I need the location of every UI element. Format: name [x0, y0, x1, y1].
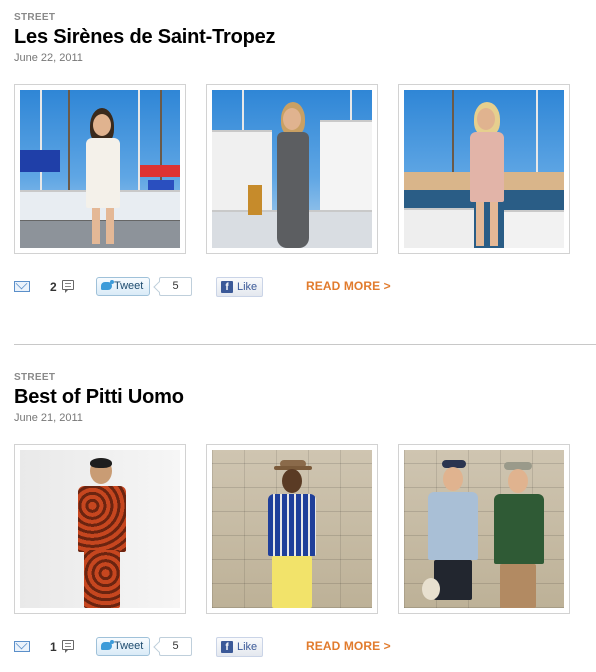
facebook-like-button[interactable]: f Like [216, 277, 263, 297]
photo-floral-suit [20, 450, 180, 608]
photo-harbor-pink-romper [404, 90, 564, 248]
post-best-of-pitti-uomo: STREET Best of Pitti Uomo June 21, 2011 [14, 372, 596, 657]
twitter-bird-icon [101, 280, 114, 290]
post-thumbnails [14, 444, 596, 614]
thumbnail-2[interactable] [206, 444, 378, 614]
thumbnail-3[interactable] [398, 444, 570, 614]
tweet-count: 5 [159, 637, 192, 656]
tweet-label: Tweet [114, 280, 144, 292]
read-more-link[interactable]: READ MORE > [306, 279, 391, 293]
facebook-icon: f [221, 281, 233, 293]
post-actions: 1 Tweet 5 f Like READ MORE > [14, 637, 596, 657]
like-label: Like [237, 281, 258, 293]
post-category[interactable]: STREET [14, 372, 596, 384]
thumbnail-1[interactable] [14, 444, 186, 614]
comment-icon[interactable] [62, 640, 74, 653]
post-thumbnails [14, 84, 596, 254]
mail-icon[interactable] [14, 641, 30, 652]
tweet-button[interactable]: Tweet [96, 637, 150, 656]
read-more-link[interactable]: READ MORE > [306, 639, 391, 653]
photo-harbor-white-dress [20, 90, 180, 248]
like-label: Like [237, 641, 258, 653]
post-divider [14, 344, 596, 345]
post-category[interactable]: STREET [14, 12, 596, 24]
thumbnail-2[interactable] [206, 84, 378, 254]
post-title[interactable]: Best of Pitti Uomo [14, 385, 596, 409]
photo-blue-knit-shirt [212, 450, 372, 608]
photo-dock-gray-dress [212, 90, 372, 248]
tweet-label: Tweet [114, 640, 144, 652]
twitter-bird-icon [101, 640, 114, 650]
post-les-sirenes: STREET Les Sirènes de Saint-Tropez June … [14, 12, 596, 297]
thumbnail-3[interactable] [398, 84, 570, 254]
comment-count[interactable]: 1 [50, 640, 57, 654]
thumbnail-1[interactable] [14, 84, 186, 254]
facebook-like-button[interactable]: f Like [216, 637, 263, 657]
comment-count[interactable]: 2 [50, 280, 57, 294]
post-date: June 22, 2011 [14, 52, 83, 64]
tweet-button[interactable]: Tweet [96, 277, 150, 296]
tweet-count: 5 [159, 277, 192, 296]
comment-icon[interactable] [62, 280, 74, 293]
post-date: June 21, 2011 [14, 412, 83, 424]
facebook-icon: f [221, 641, 233, 653]
post-title[interactable]: Les Sirènes de Saint-Tropez [14, 25, 596, 49]
post-actions: 2 Tweet 5 f Like READ MORE > [14, 277, 596, 297]
mail-icon[interactable] [14, 281, 30, 292]
photo-two-men-jackets [404, 450, 564, 608]
